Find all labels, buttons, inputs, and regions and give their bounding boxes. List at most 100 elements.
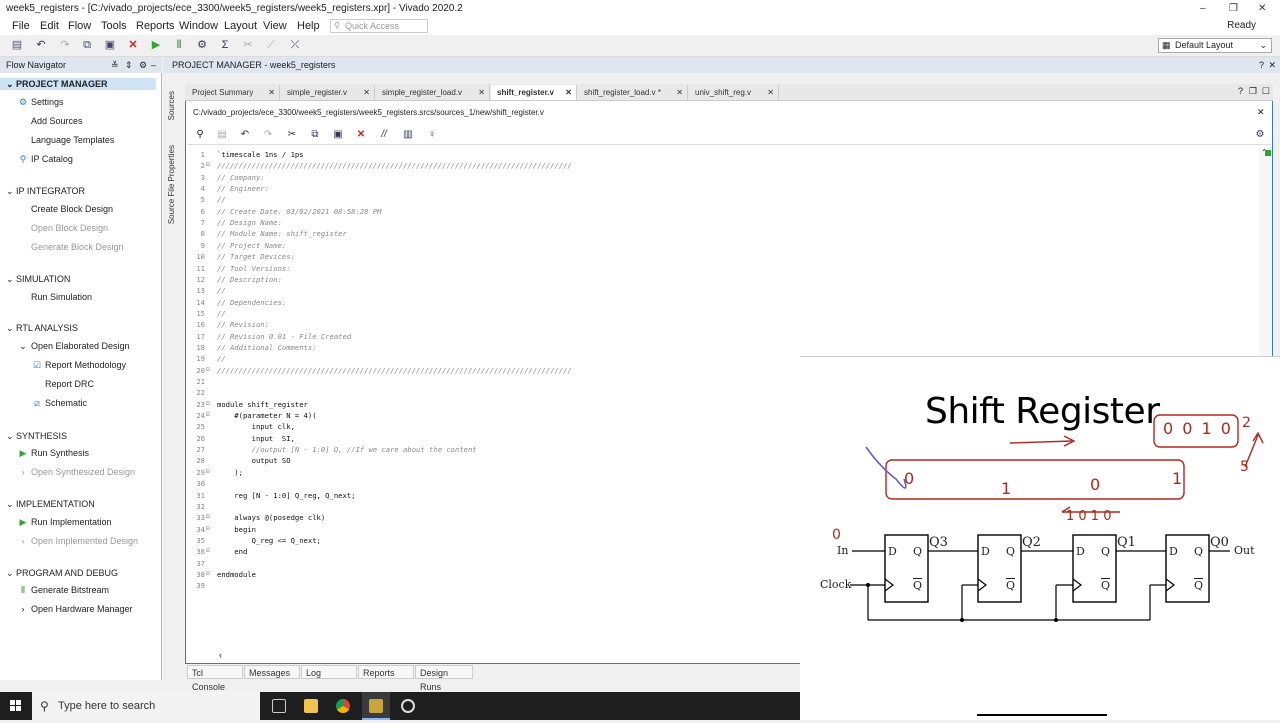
chevron-right-icon[interactable]: ›: [18, 536, 28, 546]
save-icon[interactable]: ▤: [215, 128, 229, 142]
nav-item-run-implementation[interactable]: Run Implementation: [31, 516, 112, 528]
nav-item-open-synthesized-design[interactable]: Open Synthesized Design: [31, 466, 135, 478]
help-icon[interactable]: ?: [1259, 57, 1264, 73]
comment-icon[interactable]: //: [377, 128, 391, 142]
delete-icon[interactable]: ✕: [126, 38, 140, 52]
task-view-icon[interactable]: [272, 699, 286, 713]
close-file-icon[interactable]: ✕: [1257, 107, 1265, 118]
chevron-right-icon[interactable]: ›: [18, 604, 28, 614]
menu-reports[interactable]: Reports: [136, 19, 175, 33]
menu-edit[interactable]: Edit: [40, 19, 59, 33]
chrome-icon[interactable]: [336, 699, 350, 713]
fold-marker-icon[interactable]: ⊟: [206, 547, 212, 554]
chevron-down-icon[interactable]: ⌄: [18, 341, 28, 351]
nav-item-generate-bitstream[interactable]: Generate Bitstream: [31, 584, 109, 596]
menu-window[interactable]: Window: [179, 19, 218, 33]
tab-reports[interactable]: Reports: [358, 665, 414, 679]
nav-item-open-block-design[interactable]: Open Block Design: [31, 222, 108, 234]
close-icon[interactable]: ✕: [1258, 0, 1266, 17]
menu-flow[interactable]: Flow: [68, 19, 91, 33]
fold-marker-icon[interactable]: ⊟: [206, 525, 212, 532]
open-project-icon[interactable]: ▤: [10, 38, 24, 52]
nav-section-program-and-debug[interactable]: ⌄ PROGRAM AND DEBUG: [6, 567, 118, 579]
nav-item-create-block-design[interactable]: Create Block Design: [31, 203, 113, 215]
minimize-icon[interactable]: –: [1200, 0, 1206, 17]
restore-icon[interactable]: ❐: [1249, 86, 1257, 97]
nav-item-run-simulation[interactable]: Run Simulation: [31, 291, 92, 303]
copy-icon[interactable]: ⧉: [80, 38, 94, 52]
scroll-left-icon[interactable]: ‹: [219, 650, 222, 660]
expand-all-icon[interactable]: ⇕: [125, 57, 133, 73]
search-icon[interactable]: ⚲: [193, 128, 207, 142]
gear-icon[interactable]: ⚙: [1253, 128, 1267, 142]
tab-log[interactable]: Log: [301, 665, 357, 679]
fold-marker-icon[interactable]: ⊟: [206, 468, 212, 475]
windows-start-button[interactable]: [0, 692, 32, 720]
fold-marker-icon[interactable]: ⊟: [206, 161, 212, 168]
close-tab-icon[interactable]: ✕: [565, 85, 572, 100]
fold-marker-icon[interactable]: ⊟: [206, 570, 212, 577]
maximize-icon[interactable]: ❐: [1229, 0, 1238, 17]
nav-item-open-elaborated-design[interactable]: Open Elaborated Design: [31, 340, 130, 352]
undo-icon[interactable]: ↶: [34, 38, 48, 52]
paste-icon[interactable]: ▣: [103, 38, 117, 52]
nav-item-add-sources[interactable]: Add Sources: [31, 115, 83, 127]
tab-shift-register-load[interactable]: shift_register_load.v * ✕: [578, 85, 688, 100]
redo-icon[interactable]: ↷: [261, 128, 275, 142]
nav-item-open-hardware-manager[interactable]: Open Hardware Manager: [31, 603, 133, 615]
help-icon[interactable]: ?: [1238, 86, 1243, 96]
nav-item-report-methodology[interactable]: Report Methodology: [45, 359, 126, 371]
sigma-icon[interactable]: Σ: [218, 38, 232, 52]
markers-icon[interactable]: ⟋: [264, 38, 278, 52]
nav-section-simulation[interactable]: ⌄ SIMULATION: [6, 273, 70, 285]
redo-icon[interactable]: ↷: [58, 38, 72, 52]
nav-item-schematic[interactable]: Schematic: [45, 397, 87, 409]
menu-help[interactable]: Help: [297, 19, 320, 33]
fold-marker-icon[interactable]: ⊟: [206, 366, 212, 373]
layout-dropdown[interactable]: ▦ Default Layout ⌄: [1158, 38, 1272, 53]
minimize-panel-icon[interactable]: –: [151, 57, 156, 73]
lightbulb-icon[interactable]: ♀: [425, 128, 439, 142]
nav-item-language-templates[interactable]: Language Templates: [31, 134, 114, 146]
nav-item-settings[interactable]: Settings: [31, 96, 64, 108]
obs-icon[interactable]: [401, 699, 415, 713]
quick-access-input[interactable]: ⚲ Quick Access: [330, 19, 428, 33]
fold-marker-icon[interactable]: ⊟: [206, 513, 212, 520]
menu-view[interactable]: View: [263, 19, 287, 33]
copy-icon[interactable]: ⧉: [308, 128, 322, 142]
no-markers-icon[interactable]: ⤫: [288, 38, 302, 52]
nav-item-report-drc[interactable]: Report DRC: [45, 378, 94, 390]
nav-section-implementation[interactable]: ⌄ IMPLEMENTATION: [6, 498, 95, 510]
fold-marker-icon[interactable]: ⊟: [206, 400, 212, 407]
tab-simple-register[interactable]: simple_register.v ✕: [281, 85, 375, 100]
nav-item-generate-block-design[interactable]: Generate Block Design: [31, 241, 124, 253]
run-icon[interactable]: ▶: [149, 38, 163, 52]
nav-section-ip-integrator[interactable]: ⌄ IP INTEGRATOR: [6, 185, 85, 197]
tab-project-summary[interactable]: Project Summary ✕: [186, 85, 280, 100]
menu-tools[interactable]: Tools: [101, 19, 127, 33]
collapse-all-icon[interactable]: ≚: [111, 57, 119, 73]
close-tab-icon[interactable]: ✕: [268, 85, 275, 100]
tab-univ-shift-reg[interactable]: univ_shift_reg.v ✕: [689, 85, 779, 100]
nav-section-rtl-analysis[interactable]: ⌄ RTL ANALYSIS: [6, 322, 78, 334]
close-tab-icon[interactable]: ✕: [478, 85, 485, 100]
menu-layout[interactable]: Layout: [224, 19, 257, 33]
program-icon[interactable]: ⫴: [172, 38, 186, 52]
tab-messages[interactable]: Messages: [244, 665, 300, 679]
delete-icon[interactable]: ✕: [354, 128, 368, 142]
settings-small-icon[interactable]: ⚙: [139, 57, 147, 73]
taskbar-search[interactable]: ⚲ Type here to search: [32, 692, 260, 720]
chevron-right-icon[interactable]: ›: [18, 467, 28, 477]
fold-marker-icon[interactable]: ⊟: [206, 411, 212, 418]
sources-tab[interactable]: Sources: [167, 91, 176, 120]
vivado-taskbar-button[interactable]: [362, 692, 390, 720]
source-file-properties-tab[interactable]: Source File Properties: [167, 145, 176, 224]
maximize-icon[interactable]: ☐: [1262, 86, 1270, 97]
file-explorer-icon[interactable]: [304, 699, 318, 713]
tab-tcl-console[interactable]: Tcl Console: [187, 665, 243, 692]
settings-icon[interactable]: ⚙: [195, 38, 209, 52]
columns-icon[interactable]: ▥: [401, 128, 415, 142]
nav-section-synthesis[interactable]: ⌄ SYNTHESIS: [6, 430, 67, 442]
nav-section-project-manager[interactable]: ⌄ PROJECT MANAGER: [0, 78, 156, 90]
close-tab-icon[interactable]: ✕: [767, 85, 774, 100]
